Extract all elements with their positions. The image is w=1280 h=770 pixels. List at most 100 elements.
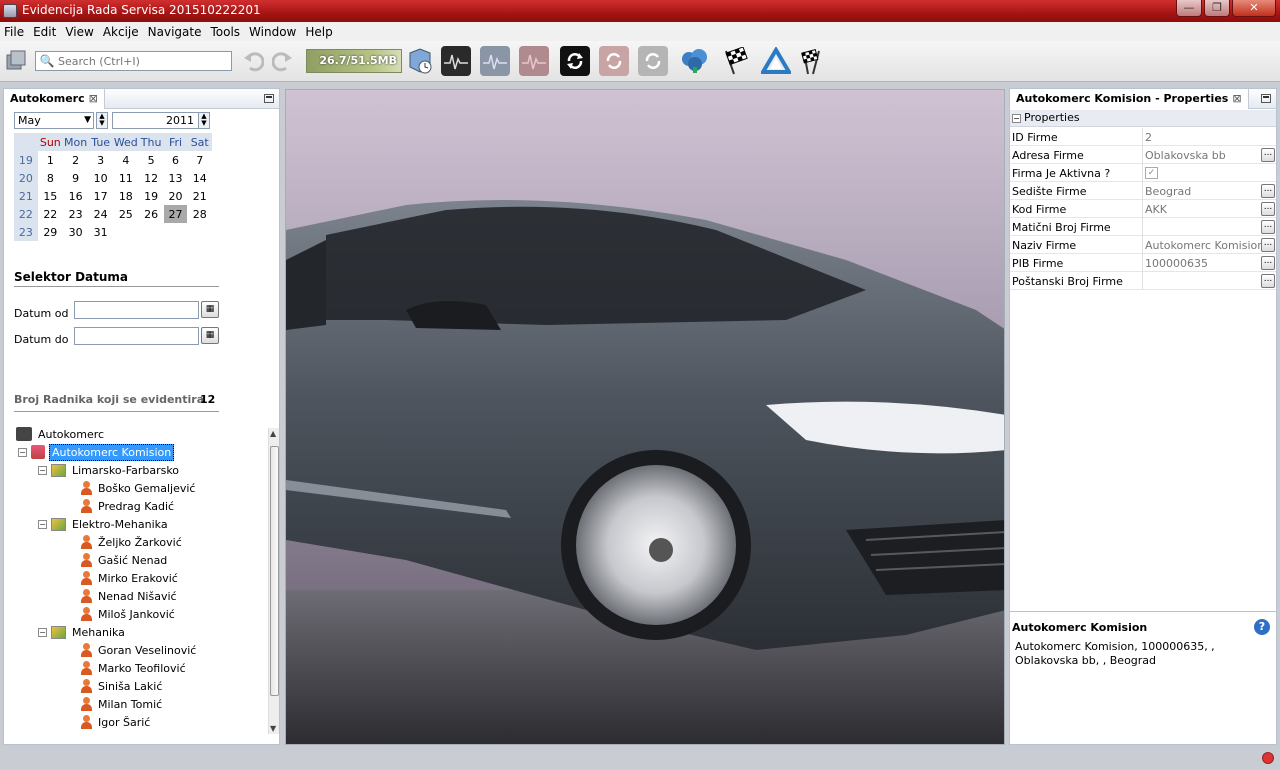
refresh-gray-icon[interactable] [638,46,668,76]
race-flag-icon[interactable] [719,46,751,76]
calendar-day[interactable]: 15 [38,187,63,205]
calendar-day[interactable]: 26 [139,205,164,223]
property-row[interactable]: ID Firme 2 [1010,128,1276,146]
gc-clock-icon[interactable] [405,46,435,76]
property-value[interactable]: Autokomerc Komision [1145,239,1264,252]
calendar-day[interactable]: 25 [113,205,139,223]
ellipsis-button[interactable]: ... [1261,274,1275,288]
calendar-day[interactable]: 11 [113,169,139,187]
menu-navigate[interactable]: Navigate [148,25,202,39]
refresh-dark-icon[interactable] [560,46,590,76]
menu-file[interactable]: File [4,25,24,39]
tree-group-node[interactable]: − Limarsko-Farbarsko [38,461,179,479]
tree-worker-node[interactable]: Boško Gemaljević [80,479,195,497]
tree-worker-node[interactable]: Željko Žarković [80,533,182,551]
property-value[interactable]: 100000635 [1145,257,1208,270]
help-icon[interactable]: ? [1254,619,1270,635]
calendar-day[interactable]: 30 [63,223,88,241]
close-button[interactable]: ✕ [1232,0,1276,17]
calendar-day[interactable]: 23 [63,205,88,223]
month-spinner[interactable]: ▲ ▼ [96,112,108,129]
tree-worker-node[interactable]: Siniša Lakić [80,677,162,695]
calendar-day[interactable]: 31 [88,223,113,241]
memory-indicator[interactable]: 26.7/51.5MB [306,49,402,73]
tab-close-icon[interactable]: ⊠ [89,92,98,105]
scroll-up-icon[interactable]: ▲ [270,429,276,438]
undo-icon[interactable] [240,46,266,76]
collapse-icon[interactable]: − [1012,114,1021,123]
minimize-button[interactable]: — [1176,0,1202,17]
month-select[interactable]: May ▼ [14,112,94,129]
calendar-day[interactable]: 13 [164,169,188,187]
calendar-day[interactable]: 7 [187,151,212,169]
ellipsis-button[interactable]: ... [1261,184,1275,198]
tree-worker-node[interactable]: Predrag Kadić [80,497,174,515]
refresh-red-icon[interactable] [599,46,629,76]
calendar-day[interactable]: 18 [113,187,139,205]
property-row[interactable]: Sedište Firme Beograd... [1010,182,1276,200]
minimize-panel-icon[interactable] [264,94,274,103]
tree-worker-node[interactable]: Marko Teofilović [80,659,186,677]
tree-worker-node[interactable]: Igor Šarić [80,713,150,731]
calendar-day[interactable]: 19 [139,187,164,205]
network-icon[interactable] [678,46,712,76]
date-from-input[interactable] [74,301,199,319]
calendar-day[interactable]: 4 [113,151,139,169]
menu-tools[interactable]: Tools [210,25,240,39]
calendar-day[interactable]: 12 [139,169,164,187]
calendar-day[interactable]: 9 [63,169,88,187]
property-row[interactable]: Matični Broj Firme... [1010,218,1276,236]
active-checkbox[interactable]: ✓ [1145,167,1158,179]
properties-section-header[interactable]: − Properties [1010,110,1276,127]
calendar-picker-icon[interactable]: ▦ [201,327,219,344]
ellipsis-button[interactable]: ... [1261,202,1275,216]
tree-worker-node[interactable]: Goran Veselinović [80,641,196,659]
calendar-day[interactable] [113,223,139,241]
ellipsis-button[interactable]: ... [1261,256,1275,270]
ellipsis-button[interactable]: ... [1261,148,1275,162]
calendar-day[interactable]: 17 [88,187,113,205]
property-value[interactable]: Beograd [1145,185,1191,198]
monitor-blue-icon[interactable] [480,46,510,76]
ellipsis-button[interactable]: ... [1261,220,1275,234]
property-row[interactable]: Kod Firme AKK... [1010,200,1276,218]
calendar-picker-icon[interactable]: ▦ [201,301,219,318]
scroll-down-icon[interactable]: ▼ [270,724,276,733]
tree-scrollbar[interactable]: ▲ ▼ [268,428,279,734]
property-row[interactable]: Firma Je Aktivna ? ✓ [1010,164,1276,182]
calendar-day[interactable]: 14 [187,169,212,187]
property-row[interactable]: Naziv Firme Autokomerc Komision... [1010,236,1276,254]
calendar-day[interactable]: 1 [38,151,63,169]
notification-icon[interactable] [1262,752,1274,764]
year-field[interactable]: 2011 [112,112,199,129]
tab-properties[interactable]: Autokomerc Komision - Properties ⊠ [1010,89,1249,109]
minimize-panel-icon[interactable] [1261,94,1271,103]
calendar-day[interactable] [164,223,188,241]
calendar-day[interactable]: 3 [88,151,113,169]
menu-akcije[interactable]: Akcije [103,25,139,39]
calendar-day[interactable]: 6 [164,151,188,169]
tree-root[interactable]: Autokomerc [16,425,104,443]
calendar-day[interactable]: 8 [38,169,63,187]
calendar-day[interactable]: 2 [63,151,88,169]
tab-autokomerc[interactable]: Autokomerc ⊠ [4,89,105,109]
calendar-day[interactable]: 28 [187,205,212,223]
checkered-flags-icon[interactable] [798,46,830,76]
tree-worker-node[interactable]: Miloš Janković [80,605,175,623]
year-spinner[interactable]: ▲ ▼ [198,112,210,129]
tree-group-node[interactable]: − Mehanika [38,623,125,641]
calendar-day[interactable]: 5 [139,151,164,169]
tree-worker-node[interactable]: Gašić Nenad [80,551,167,569]
property-value[interactable]: 2 [1145,131,1152,144]
date-to-input[interactable] [74,327,199,345]
tree-worker-node[interactable]: Mirko Eraković [80,569,178,587]
calendar-day-selected[interactable]: 27 [163,205,188,223]
property-row[interactable]: Poštanski Broj Firme... [1010,272,1276,290]
calendar-day[interactable]: 24 [88,205,113,223]
calendar-day[interactable]: 10 [88,169,113,187]
collapse-icon[interactable]: − [38,627,47,637]
calendar-day[interactable]: 29 [38,223,63,241]
menu-help[interactable]: Help [305,25,332,39]
calendar-day[interactable]: 20 [164,187,188,205]
menu-view[interactable]: View [65,25,93,39]
